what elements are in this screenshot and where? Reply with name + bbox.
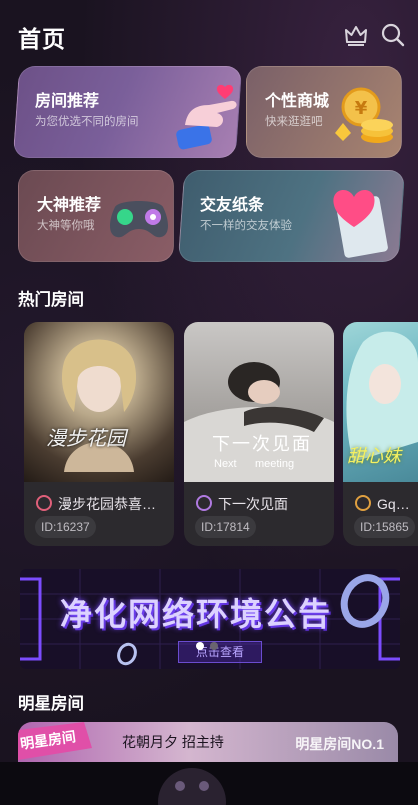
top-header: 首页 — [0, 0, 418, 70]
room-card[interactable]: 下一次见面 Next meeting 下一次见面 ID:17814 — [184, 322, 334, 546]
room-type-icon — [36, 495, 52, 511]
hot-rooms-title: 热门房间 — [18, 291, 84, 309]
carousel-dot-active[interactable] — [196, 642, 204, 650]
pointing-hand-icon — [176, 84, 237, 150]
star-rooms-title: 明星房间 — [18, 695, 84, 713]
room-name: 漫步花园恭喜… — [58, 496, 156, 512]
card-subtitle: 快来逛逛吧 — [265, 116, 323, 128]
room-card[interactable]: 漫步花园 漫步花园恭喜… ID:16237 — [24, 322, 174, 546]
announcement-banner[interactable]: 净化网络环境公告 点击查看 — [20, 569, 400, 669]
master-recommend-card[interactable]: 大神推荐 大神等你哦 — [18, 170, 174, 262]
room-cover-overlay-text: 漫步花园 — [46, 426, 126, 450]
svg-text:¥: ¥ — [355, 98, 368, 119]
card-title: 大神推荐 — [37, 197, 102, 214]
coin-icon: ¥ — [335, 87, 393, 143]
card-subtitle: 不一样的交友体验 — [200, 220, 292, 232]
card-subtitle: 为您优选不同的房间 — [35, 116, 139, 128]
card-title: 房间推荐 — [35, 93, 100, 110]
room-cover-overlay-subtext: Next meeting — [214, 458, 295, 470]
room-id: ID:15865 — [354, 516, 415, 538]
page-title: 首页 — [18, 26, 66, 52]
room-recommend-card[interactable]: 房间推荐 为您优选不同的房间 — [12, 66, 243, 158]
room-cover-image — [24, 322, 174, 482]
ring-icon — [340, 574, 390, 628]
carousel-dot[interactable] — [210, 642, 218, 650]
room-id: ID:17814 — [195, 516, 256, 538]
search-icon[interactable] — [380, 22, 406, 48]
room-type-icon — [355, 495, 371, 511]
room-name: 下一次见面 — [218, 496, 288, 512]
room-cover-overlay-text: 甜心妹 — [347, 446, 401, 466]
card-subtitle: 大神等你哦 — [37, 220, 95, 232]
banner-view-button[interactable]: 点击查看 — [178, 641, 262, 663]
card-title: 交友纸条 — [200, 197, 265, 214]
card-title: 个性商城 — [265, 93, 330, 110]
room-id: ID:16237 — [35, 516, 96, 538]
banner-title: 净化网络环境公告 — [60, 596, 333, 632]
star-room-rank: 明星房间NO.1 — [295, 736, 384, 752]
gamepad-icon — [110, 201, 168, 238]
personal-shop-card[interactable]: 个性商城 快来逛逛吧 ¥ — [246, 66, 402, 158]
friend-note-card[interactable]: 交友纸条 不一样的交友体验 — [177, 170, 406, 262]
room-cover-overlay-text: 下一次见面 — [212, 434, 312, 454]
room-type-icon — [196, 495, 212, 511]
heart-note-icon — [333, 190, 388, 258]
room-name: Gq丶甜 — [377, 496, 417, 512]
star-room-host: 花朝月夕 招主持 — [122, 734, 224, 750]
crown-icon[interactable] — [343, 22, 369, 48]
small-ring-icon — [117, 642, 137, 666]
mascot-icon[interactable] — [150, 762, 234, 805]
room-card[interactable]: 甜心妹 Gq丶甜 ID:15865 — [343, 322, 418, 546]
bottom-navigation-bar — [0, 762, 418, 805]
